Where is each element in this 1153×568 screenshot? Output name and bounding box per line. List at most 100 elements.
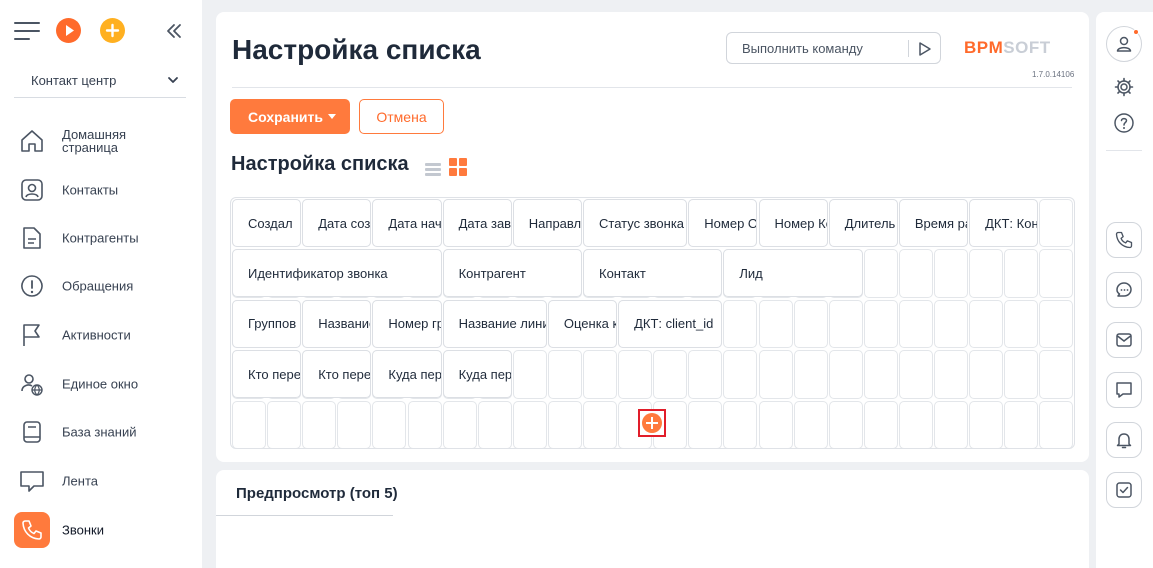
column-cell[interactable]: Название <box>302 299 372 348</box>
grid-slot[interactable] <box>934 350 969 399</box>
column-cell[interactable]: ДКТ: client_id <box>618 299 723 348</box>
grid-slot[interactable] <box>1004 350 1039 399</box>
grid-slot[interactable] <box>898 400 933 448</box>
column-cell[interactable]: Кто пере <box>232 350 302 399</box>
grid-slot[interactable] <box>547 400 582 448</box>
column-cell[interactable]: Оценка к <box>547 299 618 348</box>
bell-icon[interactable] <box>1106 422 1142 458</box>
grid-slot[interactable] <box>1004 400 1039 448</box>
grid-slot[interactable] <box>302 400 337 448</box>
column-cell[interactable]: Куда пер <box>372 350 442 399</box>
grid-slot[interactable] <box>232 400 267 448</box>
grid-slot[interactable] <box>267 400 302 448</box>
sidebar-item-single-window[interactable]: Единое окно <box>14 366 190 402</box>
grid-slot[interactable] <box>653 350 688 399</box>
grid-slot[interactable] <box>758 299 793 349</box>
sidebar-item-knowledge-base[interactable]: База знаний <box>14 414 190 450</box>
column-cell[interactable]: Куда пер <box>442 350 512 399</box>
sidebar-item-calls[interactable]: Звонки <box>14 512 190 548</box>
grid-slot[interactable] <box>793 299 828 349</box>
sidebar-item-feed[interactable]: Лента <box>14 463 190 499</box>
grid-slot[interactable] <box>828 299 863 349</box>
sidebar-item-contacts[interactable]: Контакты <box>14 172 190 208</box>
grid-slot[interactable] <box>1039 249 1074 298</box>
add-icon[interactable] <box>100 18 125 43</box>
column-cell[interactable]: Время ра <box>898 199 969 247</box>
grid-slot[interactable] <box>934 249 969 298</box>
column-cell[interactable]: Номер От <box>688 199 758 247</box>
grid-slot[interactable] <box>618 350 653 399</box>
grid-slot[interactable] <box>583 350 618 399</box>
column-cell[interactable]: Направле <box>512 199 582 247</box>
play-icon[interactable] <box>56 18 81 43</box>
grid-slot[interactable] <box>934 299 969 349</box>
column-cell[interactable]: Дата зав <box>442 199 512 247</box>
grid-slot[interactable] <box>969 350 1004 399</box>
grid-slot[interactable] <box>407 400 442 448</box>
column-cell[interactable]: Идентификатор звонка <box>232 249 442 298</box>
checkbox-icon[interactable] <box>1106 472 1142 508</box>
grid-slot[interactable] <box>1039 199 1074 248</box>
sidebar-item-cases[interactable]: Обращения <box>14 268 190 304</box>
grid-slot[interactable] <box>863 299 898 349</box>
grid-slot[interactable] <box>1039 400 1074 448</box>
grid-view-icon[interactable] <box>449 158 468 177</box>
grid-slot[interactable] <box>1004 299 1039 349</box>
collapse-sidebar-icon[interactable] <box>164 18 184 44</box>
chat-bubbles-icon[interactable] <box>1106 272 1142 308</box>
grid-slot[interactable] <box>898 299 933 349</box>
mail-icon[interactable] <box>1106 322 1142 358</box>
grid-slot[interactable] <box>863 400 898 448</box>
grid-slot[interactable] <box>723 350 758 399</box>
grid-slot[interactable] <box>969 299 1004 349</box>
grid-slot[interactable] <box>688 350 723 399</box>
column-cell[interactable]: Номер Ко <box>758 199 828 247</box>
message-icon[interactable] <box>1106 372 1142 408</box>
cancel-button[interactable]: Отмена <box>359 99 444 134</box>
run-command-icon[interactable] <box>913 37 937 61</box>
column-cell[interactable]: Лид <box>723 249 863 298</box>
gear-icon[interactable] <box>1106 69 1142 105</box>
column-cell[interactable]: Создал <box>232 199 302 247</box>
grid-slot[interactable] <box>758 350 793 399</box>
grid-slot[interactable] <box>863 350 898 399</box>
grid-slot[interactable] <box>688 400 723 448</box>
column-cell[interactable]: Номер гр <box>372 299 442 348</box>
grid-slot[interactable] <box>1004 249 1039 298</box>
grid-slot[interactable] <box>547 350 582 399</box>
column-cell[interactable]: Дата соз <box>302 199 372 247</box>
column-cell[interactable]: Длитель <box>828 199 898 247</box>
sidebar-item-accounts[interactable]: Контрагенты <box>14 220 190 256</box>
grid-slot[interactable] <box>934 400 969 448</box>
column-cell[interactable]: Кто пере <box>302 350 372 399</box>
save-button[interactable]: Сохранить <box>230 99 350 134</box>
column-cell[interactable]: ДКТ: Кон <box>969 199 1039 247</box>
grid-slot[interactable] <box>583 400 618 448</box>
grid-slot[interactable] <box>793 400 828 448</box>
command-input[interactable] <box>727 33 907 63</box>
column-cell[interactable]: Статус звонка <box>583 199 688 247</box>
grid-slot[interactable] <box>898 350 933 399</box>
grid-slot[interactable] <box>793 350 828 399</box>
grid-slot[interactable] <box>512 400 547 448</box>
phone-icon[interactable] <box>1106 222 1142 258</box>
grid-slot[interactable] <box>442 400 477 448</box>
grid-slot[interactable] <box>723 299 758 349</box>
sidebar-item-home[interactable]: Домашняя страница <box>14 123 190 159</box>
column-cell[interactable]: Контакт <box>583 249 723 298</box>
grid-slot[interactable] <box>1039 350 1074 399</box>
grid-slot[interactable] <box>372 400 407 448</box>
grid-slot[interactable] <box>512 350 547 399</box>
grid-slot[interactable] <box>828 400 863 448</box>
grid-slot[interactable] <box>969 249 1004 298</box>
grid-slot[interactable] <box>758 400 793 448</box>
workspace-select[interactable]: Контакт центр <box>14 64 186 98</box>
grid-slot[interactable] <box>969 400 1004 448</box>
grid-slot[interactable] <box>1039 299 1074 349</box>
caret-down-icon[interactable] <box>328 114 336 119</box>
column-cell[interactable]: Название лини <box>442 299 547 348</box>
grid-slot[interactable] <box>863 249 898 298</box>
column-cell[interactable]: Группов <box>232 299 302 348</box>
column-cell[interactable]: Контрагент <box>442 249 582 298</box>
help-icon[interactable] <box>1106 105 1142 141</box>
